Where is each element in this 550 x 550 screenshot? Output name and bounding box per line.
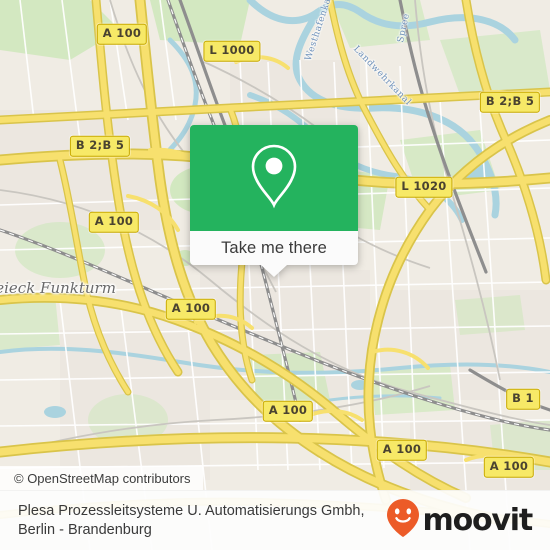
road-shield: L 1000 [203,40,261,62]
moovit-smiley-pin-icon [386,498,420,543]
callout-icon-area [190,125,358,231]
map-canvas[interactable]: A 100 L 1000 B 2;B 5 B 2;B 5 L 1020 A 10… [0,0,550,550]
road-shield: A 100 [88,211,140,233]
road-shield: A 100 [483,456,535,478]
road-shield: B 2;B 5 [479,91,541,113]
callout-tail [261,265,287,277]
road-shield: L 1020 [395,176,453,198]
footer-bar: Plesa Prozessleitsysteme U. Automatisier… [0,490,550,550]
road-shield: A 100 [376,439,428,461]
attribution-text: © OpenStreetMap contributors [14,470,191,486]
map-callout[interactable]: Take me there [190,125,358,277]
road-shield: B 1 [506,388,540,410]
road-shield: A 100 [262,400,314,422]
take-me-there-button[interactable]: Take me there [190,231,358,265]
road-shield: A 100 [165,298,217,320]
map-attribution[interactable]: © OpenStreetMap contributors [0,466,203,490]
road-shield: B 2;B 5 [69,135,131,157]
place-label-dreieck-funkturm: Dreieck Funkturm [0,279,116,297]
moovit-wordmark: moovit [422,502,534,538]
take-me-there-label: Take me there [221,238,327,257]
moovit-logo[interactable]: moovit [386,498,536,543]
place-title: Plesa Prozessleitsysteme U. Automatisier… [18,502,365,538]
map-screenshot: A 100 L 1000 B 2;B 5 B 2;B 5 L 1020 A 10… [0,0,550,550]
road-shield: A 100 [96,23,148,45]
map-pin-icon [246,142,302,215]
